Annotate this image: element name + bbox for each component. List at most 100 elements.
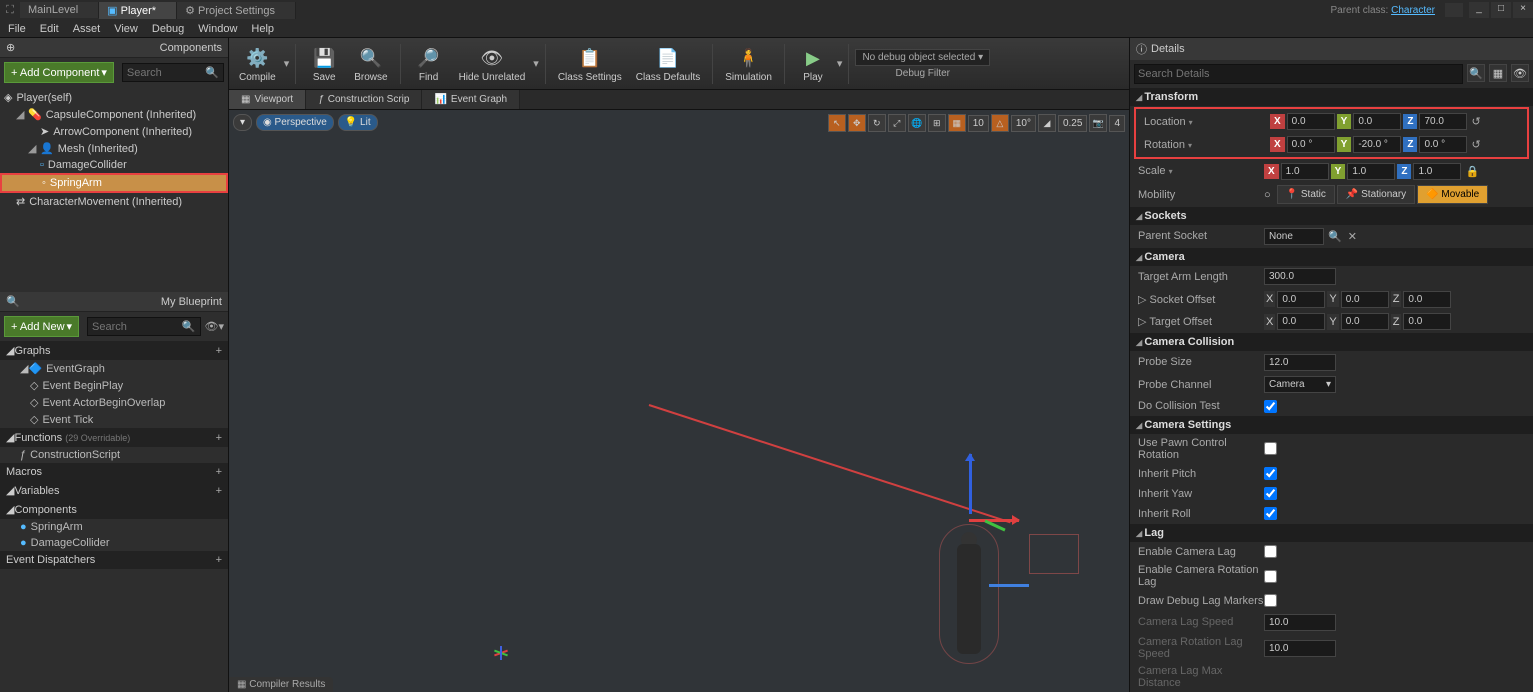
debug-object-selector[interactable]: No debug object selected ▾ bbox=[855, 49, 990, 66]
scale-mode-icon[interactable]: ⤢ bbox=[888, 114, 906, 132]
gizmo-x-axis[interactable] bbox=[969, 519, 1019, 522]
world-local-icon[interactable]: 🌐 bbox=[908, 114, 926, 132]
blueprint-search[interactable] bbox=[92, 321, 182, 333]
components-search[interactable] bbox=[127, 67, 205, 79]
save-button[interactable]: 💾Save bbox=[302, 42, 346, 85]
rotation-x[interactable] bbox=[1287, 136, 1335, 153]
probe-channel-select[interactable]: Camera▾ bbox=[1264, 376, 1336, 393]
inherit-pitch-checkbox[interactable] bbox=[1264, 467, 1277, 480]
clear-socket-icon[interactable]: ✕ bbox=[1346, 230, 1359, 243]
section-transform[interactable]: Transform bbox=[1130, 88, 1533, 106]
find-button[interactable]: 🔎Find bbox=[407, 42, 451, 85]
eventgraph-tab[interactable]: 📊 Event Graph bbox=[422, 90, 520, 109]
cat-macros[interactable]: Macros+ bbox=[0, 463, 228, 481]
add-dispatcher-icon[interactable]: + bbox=[216, 554, 222, 566]
menu-file[interactable]: File bbox=[8, 23, 26, 35]
graph-eventgraph[interactable]: ◢🔷 EventGraph bbox=[0, 360, 228, 377]
socket-offset-z[interactable] bbox=[1403, 291, 1451, 308]
add-variable-icon[interactable]: + bbox=[216, 485, 222, 497]
lit-button[interactable]: 💡 Lit bbox=[338, 114, 378, 131]
cat-dispatchers[interactable]: Event Dispatchers+ bbox=[0, 551, 228, 569]
event-beginplay[interactable]: ◇ Event BeginPlay bbox=[0, 377, 228, 394]
component-damagecollider[interactable]: ▫ DamageCollider bbox=[0, 157, 228, 173]
var-damagecollider[interactable]: ● DamageCollider bbox=[0, 535, 228, 551]
titlebar-tab-settings[interactable]: ⚙ Project Settings bbox=[177, 2, 296, 19]
details-search-input[interactable] bbox=[1134, 64, 1463, 84]
inherit-roll-checkbox[interactable] bbox=[1264, 507, 1277, 520]
probe-size-input[interactable] bbox=[1264, 354, 1336, 371]
lock-scale-icon[interactable]: 🔒 bbox=[1463, 165, 1481, 178]
scale-snap-icon[interactable]: ◢ bbox=[1038, 114, 1056, 132]
close-button[interactable]: × bbox=[1513, 2, 1533, 18]
view-options-icon[interactable]: 👁▾ bbox=[205, 320, 225, 333]
mobility-static[interactable]: 📍 Static bbox=[1277, 185, 1335, 204]
scale-snap-value[interactable]: 0.25 bbox=[1058, 115, 1087, 132]
menu-asset[interactable]: Asset bbox=[73, 23, 101, 35]
location-z[interactable] bbox=[1419, 113, 1467, 130]
target-offset-x[interactable] bbox=[1277, 313, 1325, 330]
add-component-button[interactable]: + Add Component ▾ bbox=[4, 62, 114, 83]
reset-location-icon[interactable]: ↺ bbox=[1469, 115, 1482, 128]
parent-socket-value[interactable]: None bbox=[1264, 228, 1324, 245]
parent-class-link[interactable]: Character bbox=[1391, 5, 1435, 16]
rotate-mode-icon[interactable]: ↻ bbox=[868, 114, 886, 132]
location-x[interactable] bbox=[1287, 113, 1335, 130]
class-defaults-button[interactable]: 📄Class Defaults bbox=[630, 42, 706, 85]
socket-offset-x[interactable] bbox=[1277, 291, 1325, 308]
scale-y[interactable] bbox=[1347, 163, 1395, 180]
section-camera[interactable]: Camera bbox=[1130, 248, 1533, 266]
section-collision[interactable]: Camera Collision bbox=[1130, 333, 1533, 351]
compile-button[interactable]: ⚙️Compile bbox=[233, 42, 282, 85]
search-icon[interactable]: 🔍 bbox=[1467, 64, 1485, 82]
cat-variables[interactable]: ◢Variables+ bbox=[0, 481, 228, 500]
browse-button[interactable]: 🔍Browse bbox=[348, 42, 393, 85]
minimize-button[interactable]: _ bbox=[1469, 2, 1489, 18]
target-offset-y[interactable] bbox=[1341, 313, 1389, 330]
menu-debug[interactable]: Debug bbox=[152, 23, 184, 35]
view-options-icon[interactable]: 👁 bbox=[1511, 64, 1529, 82]
section-lag[interactable]: Lag bbox=[1130, 524, 1533, 542]
cat-graphs[interactable]: ◢Graphs+ bbox=[0, 341, 228, 360]
menu-help[interactable]: Help bbox=[251, 23, 274, 35]
draw-lag-checkbox[interactable] bbox=[1264, 594, 1277, 607]
translate-mode-icon[interactable]: ✥ bbox=[848, 114, 866, 132]
arm-length-input[interactable] bbox=[1264, 268, 1336, 285]
simulation-button[interactable]: 🧍Simulation bbox=[719, 42, 778, 85]
gizmo-z-axis[interactable] bbox=[969, 454, 972, 514]
marketplace-icon[interactable] bbox=[1445, 3, 1463, 17]
compiler-results-tab[interactable]: ▦ Compiler Results bbox=[229, 677, 333, 692]
menu-view[interactable]: View bbox=[114, 23, 138, 35]
cat-functions[interactable]: ◢Functions (29 Overridable)+ bbox=[0, 428, 228, 447]
event-overlap[interactable]: ◇ Event ActorBeginOverlap bbox=[0, 394, 228, 411]
menu-edit[interactable]: Edit bbox=[40, 23, 59, 35]
class-settings-button[interactable]: 📋Class Settings bbox=[552, 42, 628, 85]
rotation-y[interactable] bbox=[1353, 136, 1401, 153]
scale-z[interactable] bbox=[1413, 163, 1461, 180]
camera-speed-value[interactable]: 4 bbox=[1109, 115, 1125, 132]
enable-rot-lag-checkbox[interactable] bbox=[1264, 570, 1277, 583]
maximize-button[interactable]: □ bbox=[1491, 2, 1511, 18]
component-arrow[interactable]: ➤ ArrowComponent (Inherited) bbox=[0, 123, 228, 140]
section-cam-settings[interactable]: Camera Settings bbox=[1130, 416, 1533, 434]
grid-snap-icon[interactable]: ▦ bbox=[948, 114, 966, 132]
reset-rotation-icon[interactable]: ↺ bbox=[1469, 138, 1482, 151]
var-springarm[interactable]: ● SpringArm bbox=[0, 519, 228, 535]
select-mode-icon[interactable]: ↖ bbox=[828, 114, 846, 132]
property-matrix-icon[interactable]: ▦ bbox=[1489, 64, 1507, 82]
construction-tab[interactable]: ƒ Construction Scrip bbox=[306, 90, 422, 109]
surface-snap-icon[interactable]: ⊞ bbox=[928, 114, 946, 132]
scale-x[interactable] bbox=[1281, 163, 1329, 180]
component-charmove[interactable]: ⇄ CharacterMovement (Inherited) bbox=[0, 193, 228, 210]
titlebar-tab-mainlevel[interactable]: MainLevel bbox=[20, 2, 99, 18]
event-tick[interactable]: ◇ Event Tick bbox=[0, 411, 228, 428]
titlebar-tab-player[interactable]: ▣ Player* bbox=[99, 2, 177, 19]
component-mesh[interactable]: ◢👤 Mesh (Inherited) bbox=[0, 140, 228, 157]
add-function-icon[interactable]: + bbox=[216, 432, 222, 444]
rotation-z[interactable] bbox=[1419, 136, 1467, 153]
section-sockets[interactable]: Sockets bbox=[1130, 207, 1533, 225]
play-button[interactable]: ▶Play bbox=[791, 42, 835, 85]
add-new-button[interactable]: + Add New ▾ bbox=[4, 316, 79, 337]
add-macro-icon[interactable]: + bbox=[216, 466, 222, 478]
viewport-tab[interactable]: ▦ Viewport bbox=[229, 90, 306, 109]
angle-snap-value[interactable]: 10° bbox=[1011, 115, 1036, 132]
